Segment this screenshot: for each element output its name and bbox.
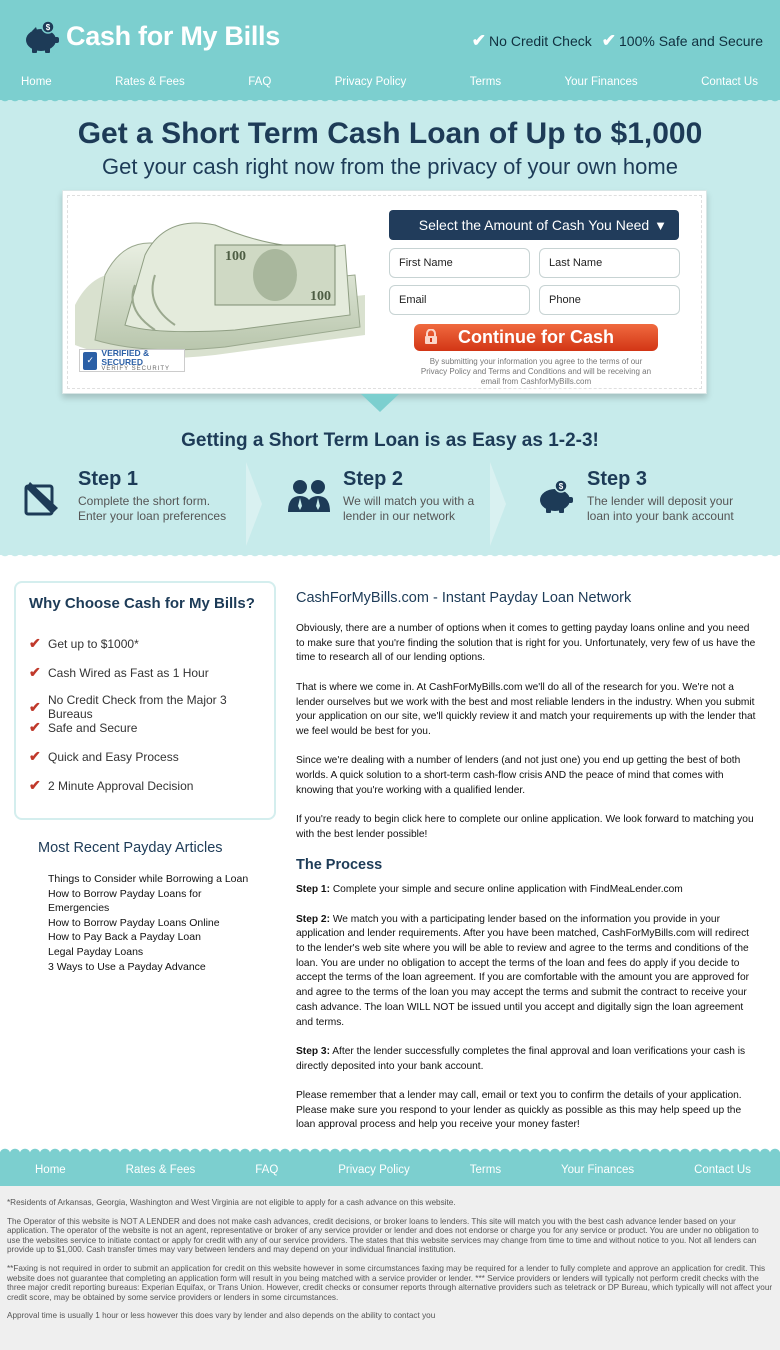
check-icon: ✔ xyxy=(29,664,41,680)
content-heading: CashForMyBills.com - Instant Payday Loan… xyxy=(296,590,632,606)
first-name-field[interactable]: First Name xyxy=(389,248,530,278)
badge-no-credit-check: ✔ No Credit Check xyxy=(471,31,592,50)
piggy-bank-icon: $ xyxy=(540,479,573,513)
check-icon: ✔ xyxy=(471,31,487,50)
phone-field[interactable]: Phone xyxy=(539,285,680,315)
nav-rates-fees[interactable]: Rates & Fees xyxy=(115,76,185,88)
why-item: ✔ Cash Wired as Fast as 1 Hour xyxy=(29,664,209,680)
svg-text:$: $ xyxy=(46,23,51,32)
application-form: 100 100 ✓ VERIFIED & SECURED VERIFY SECU… xyxy=(62,190,707,394)
footer-nav-terms[interactable]: Terms xyxy=(470,1164,501,1176)
badge-safe-secure: ✔ 100% Safe and Secure xyxy=(601,31,763,50)
footer-nav-your-finances[interactable]: Your Finances xyxy=(561,1164,634,1176)
caret-down-icon: ▼ xyxy=(654,217,667,233)
check-icon: ✔ xyxy=(601,31,616,50)
footer-nav-contact-us[interactable]: Contact Us xyxy=(694,1164,751,1176)
nav-home[interactable]: Home xyxy=(21,76,52,88)
check-icon: ✔ xyxy=(29,748,41,764)
svg-text:100: 100 xyxy=(310,289,331,304)
article-link[interactable]: Legal Payday Loans xyxy=(48,945,258,960)
shield-icon: ✓ xyxy=(83,351,98,370)
article-link[interactable]: How to Pay Back a Payday Loan xyxy=(48,930,258,945)
lock-icon xyxy=(425,329,437,344)
header-badges: ✔ No Credit Check ✔ 100% Safe and Secure xyxy=(472,31,763,51)
footer-nav: Home Rates & Fees FAQ Privacy Policy Ter… xyxy=(0,1148,780,1186)
form-disclaimer: By submitting your information you agree… xyxy=(420,357,652,386)
piggy-bank-icon: $ xyxy=(26,20,59,53)
svg-text:$: $ xyxy=(559,482,564,491)
last-name-field[interactable]: Last Name xyxy=(539,248,680,278)
nav-your-finances[interactable]: Your Finances xyxy=(565,76,638,88)
down-pointer xyxy=(361,394,399,412)
article-link[interactable]: How to Borrow Payday Loans for Emergenci… xyxy=(48,887,258,916)
nav-faq[interactable]: FAQ xyxy=(248,76,271,88)
footer-nav-rates-fees[interactable]: Rates & Fees xyxy=(126,1164,196,1176)
closing-paragraph: Please remember that a lender may call, … xyxy=(296,1089,742,1131)
legal-text: **Faxing is not required in order to sub… xyxy=(7,1263,773,1302)
svg-text:100: 100 xyxy=(225,249,246,264)
legal-text: Approval time is usually 1 hour or less … xyxy=(7,1311,436,1321)
legal-text: The Operator of this website is NOT A LE… xyxy=(7,1216,759,1255)
check-icon: ✔ xyxy=(29,698,41,715)
process-step: Step 2: We match you with a participatin… xyxy=(296,913,750,1028)
nav-contact-us[interactable]: Contact Us xyxy=(701,76,758,88)
article-link[interactable]: Things to Consider while Borrowing a Loa… xyxy=(48,872,258,887)
hero-section: Get a Short Term Cash Loan of Up to $1,0… xyxy=(0,100,780,559)
check-icon: ✔ xyxy=(29,719,41,735)
check-icon: ✔ xyxy=(29,635,41,651)
nav-privacy-policy[interactable]: Privacy Policy xyxy=(335,76,407,88)
why-item: ✔ Get up to $1000* xyxy=(29,635,139,651)
process-step: Step 3: After the lender successfully co… xyxy=(296,1045,746,1072)
articles-title: Most Recent Payday Articles xyxy=(38,840,223,856)
logo-text: Cash for My Bills xyxy=(66,20,280,51)
article-link[interactable]: 3 Ways to Use a Payday Advance xyxy=(48,960,258,975)
amount-select[interactable]: Select the Amount of Cash You Need ▼ xyxy=(389,210,679,240)
nav-terms[interactable]: Terms xyxy=(470,76,501,88)
process-heading: The Process xyxy=(296,857,383,874)
why-item: ✔ Safe and Secure xyxy=(29,719,138,735)
content-paragraph: Obviously, there are a number of options… xyxy=(296,623,756,664)
site-header: $ Cash for My Bills ✔ No Credit Check ✔ 10… xyxy=(0,0,780,104)
email-field[interactable]: Email xyxy=(389,285,530,315)
hero-subtitle: Get your cash right now from the privacy… xyxy=(102,154,678,179)
article-link[interactable]: How to Borrow Payday Loans Online xyxy=(48,916,258,931)
content-paragraph: If you're ready to begin click here to c… xyxy=(296,814,754,840)
continue-for-cash-button[interactable]: Continue for Cash xyxy=(414,324,658,351)
process-step: Step 1: Complete your simple and secure … xyxy=(296,884,683,896)
footer-nav-home[interactable]: Home xyxy=(35,1164,66,1176)
verified-secured-seal: ✓ VERIFIED & SECURED VERIFY SECURITY xyxy=(79,349,185,372)
footer-nav-privacy-policy[interactable]: Privacy Policy xyxy=(338,1164,410,1176)
content-paragraph: Since we're dealing with a number of len… xyxy=(296,755,741,796)
why-item: ✔ Quick and Easy Process xyxy=(29,748,179,764)
form-edit-icon xyxy=(24,482,58,516)
why-choose-box: Why Choose Cash for My Bills? ✔ Get up to… xyxy=(14,581,276,820)
why-item: ✔ 2 Minute Approval Decision xyxy=(29,777,194,793)
legal-text: *Residents of Arkansas, Georgia, Washing… xyxy=(7,1198,456,1207)
why-choose-title: Why Choose Cash for My Bills? xyxy=(29,595,255,612)
main-content: CashForMyBills.com - Instant Payday Loan… xyxy=(296,590,756,1148)
why-item: ✔ No Credit Check from the Major 3 Bureau… xyxy=(29,693,227,721)
footer-legal: *Residents of Arkansas, Georgia, Washing… xyxy=(0,1186,780,1350)
people-icon xyxy=(288,480,330,512)
footer-nav-faq[interactable]: FAQ xyxy=(255,1164,278,1176)
main-nav: Home Rates & Fees FAQ Privacy Policy Ter… xyxy=(0,76,780,88)
steps-title: Getting a Short Term Loan is as Easy as … xyxy=(181,430,599,451)
content-paragraph: That is where we come in. At CashForMyBi… xyxy=(296,681,756,737)
logo[interactable]: $ Cash for My Bills xyxy=(24,18,280,54)
hero-title: Get a Short Term Cash Loan of Up to $1,0… xyxy=(77,117,703,150)
check-icon: ✔ xyxy=(29,777,41,793)
articles-list: Things to Consider while Borrowing a Loa… xyxy=(48,872,258,974)
